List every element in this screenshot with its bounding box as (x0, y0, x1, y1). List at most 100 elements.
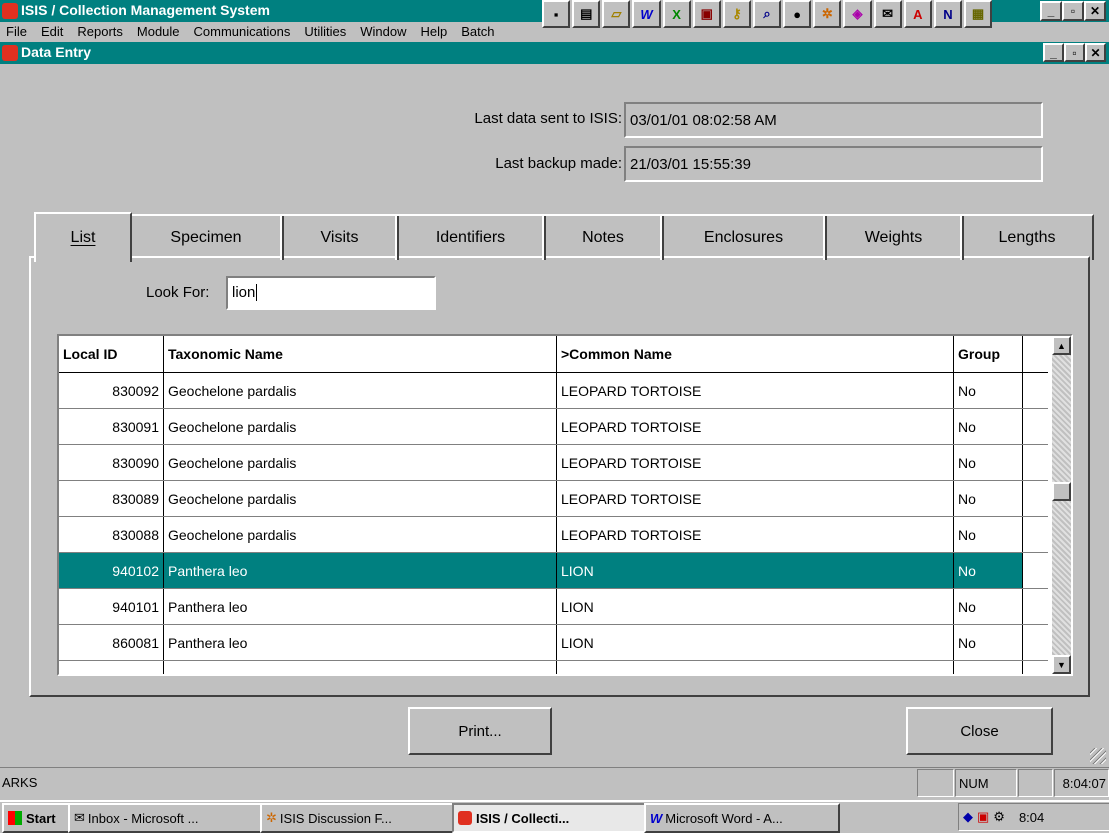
scroll-down-button[interactable]: ▼ (1052, 655, 1071, 674)
child-maximize-button[interactable]: ▫ (1064, 43, 1085, 62)
app-close-button[interactable]: ✕ (1084, 1, 1106, 21)
toolbar: ▪ ▤ ▱ W X ▣ ⚷ ⌕ ● ✲ ◈ ✉ A N ▦ (542, 0, 993, 28)
windows-logo-icon (8, 811, 22, 825)
specimen-icon[interactable]: ✲ (813, 0, 842, 28)
col-taxonomic-name[interactable]: Taxonomic Name (163, 336, 557, 373)
app-maximize-button[interactable]: ▫ (1062, 1, 1084, 21)
cell-taxonomic-name: Geochelone pardalis (163, 408, 557, 445)
results-grid: Local ID Taxonomic Name >Common Name Gro… (57, 334, 1073, 676)
system-tray: ◆ ▣ ⚙ 8:04 (958, 803, 1109, 831)
col-local-id[interactable]: Local ID (59, 336, 164, 373)
task-inbox-label: Inbox - Microsoft ... (87, 810, 199, 826)
cell-filler (1022, 408, 1048, 445)
table-row-selected[interactable]: 940102 Panthera leo LION No (59, 552, 1048, 589)
vertical-scrollbar[interactable]: ▲ ▼ (1052, 336, 1071, 674)
menu-edit[interactable]: Edit (41, 24, 63, 42)
cell-common-name: LION (556, 660, 954, 674)
tab-enclosures[interactable]: Enclosures (660, 214, 827, 260)
task-inbox[interactable]: ✉ Inbox - Microsoft ... (68, 803, 264, 833)
child-title-bar[interactable]: Data Entry (0, 42, 1109, 64)
table-row[interactable]: 830090 Geochelone pardalis LEOPARD TORTO… (59, 444, 1048, 481)
cell-local-id: 860081 (59, 624, 164, 661)
menu-module[interactable]: Module (137, 24, 180, 42)
child-close-button[interactable]: ✕ (1085, 43, 1106, 62)
close-button[interactable]: Close (906, 707, 1053, 755)
scroll-up-button[interactable]: ▲ (1052, 336, 1071, 355)
table-row[interactable]: 830092 Geochelone pardalis LEOPARD TORTO… (59, 372, 1048, 409)
tab-specimen[interactable]: Specimen (128, 214, 284, 260)
table-row[interactable]: 940101 Panthera leo LION No (59, 588, 1048, 625)
cell-group: No (953, 408, 1023, 445)
menu-window[interactable]: Window (360, 24, 406, 42)
cell-local-id: 830090 (59, 444, 164, 481)
table-row[interactable]: 830015 Panthera leo LION No (59, 660, 1048, 674)
menu-file[interactable]: File (6, 24, 27, 42)
word-icon[interactable]: W (632, 0, 661, 28)
tab-lengths[interactable]: Lengths (960, 214, 1094, 260)
cell-common-name: LEOPARD TORTOISE (556, 516, 954, 553)
report-icon[interactable]: ▦ (963, 0, 993, 28)
child-minimize-button[interactable]: _ (1043, 43, 1064, 62)
menu-batch[interactable]: Batch (461, 24, 494, 42)
excel-icon[interactable]: X (662, 0, 691, 28)
start-button[interactable]: Start (2, 803, 72, 833)
disk-icon[interactable]: ◈ (843, 0, 872, 28)
menu-communications[interactable]: Communications (194, 24, 291, 42)
save-icon[interactable]: ▪ (542, 0, 571, 28)
status-bar: ARKS NUM 8:04:07 (0, 767, 1109, 799)
task-isis-discussion[interactable]: ✲ ISIS Discussion F... (260, 803, 456, 833)
cell-group: No (953, 372, 1023, 409)
print-button[interactable]: Print... (408, 707, 552, 755)
menu-help[interactable]: Help (421, 24, 448, 42)
letter-n-icon[interactable]: N (933, 0, 962, 28)
tab-weights[interactable]: Weights (823, 214, 964, 260)
key-icon[interactable]: ⚷ (722, 0, 751, 28)
cell-filler (1022, 372, 1048, 409)
open-folder-icon[interactable]: ▱ (602, 0, 631, 28)
cell-common-name: LION (556, 624, 954, 661)
notepad-icon[interactable]: ▤ (572, 0, 601, 28)
last-sent-label: Last data sent to ISIS: (474, 110, 622, 127)
tab-visits[interactable]: Visits (280, 214, 399, 260)
task-isis-active[interactable]: ISIS / Collecti... (452, 803, 648, 833)
tab-list[interactable]: List (34, 212, 132, 262)
cell-taxonomic-name: Geochelone pardalis (163, 372, 557, 409)
tab-notes[interactable]: Notes (542, 214, 664, 260)
cell-filler (1022, 444, 1048, 481)
cell-common-name: LEOPARD TORTOISE (556, 408, 954, 445)
table-row[interactable]: 830091 Geochelone pardalis LEOPARD TORTO… (59, 408, 1048, 445)
cell-local-id: 940102 (59, 552, 164, 589)
resize-grip-icon[interactable] (1090, 748, 1106, 764)
table-row[interactable]: 830088 Geochelone pardalis LEOPARD TORTO… (59, 516, 1048, 553)
table-header-row: Local ID Taxonomic Name >Common Name Gro… (59, 336, 1048, 373)
menu-reports[interactable]: Reports (77, 24, 123, 42)
child-title: Data Entry (21, 44, 92, 60)
app-minimize-button[interactable]: _ (1040, 1, 1062, 21)
cell-common-name: LEOPARD TORTOISE (556, 480, 954, 517)
menu-utilities[interactable]: Utilities (304, 24, 346, 42)
cell-group: No (953, 588, 1023, 625)
look-for-input[interactable]: lion (226, 276, 436, 310)
col-common-name[interactable]: >Common Name (556, 336, 954, 373)
last-backup-label: Last backup made: (495, 155, 622, 172)
tray-app-icon[interactable]: ▣ (977, 809, 989, 825)
task-word[interactable]: W Microsoft Word - A... (644, 803, 840, 833)
antivirus-icon[interactable]: ◆ (963, 809, 973, 825)
cell-common-name: LION (556, 552, 954, 589)
menu-bar: File Edit Reports Module Communications … (6, 24, 509, 42)
col-group[interactable]: Group (953, 336, 1023, 373)
find-icon[interactable]: ⌕ (752, 0, 782, 28)
cell-local-id: 830015 (59, 660, 164, 674)
scroll-thumb[interactable] (1052, 482, 1071, 501)
table-row[interactable]: 830089 Geochelone pardalis LEOPARD TORTO… (59, 480, 1048, 517)
screen-icon[interactable]: ▣ (692, 0, 721, 28)
table-row[interactable]: 860081 Panthera leo LION No (59, 624, 1048, 661)
network-icon[interactable]: ⚙ (993, 809, 1005, 825)
letter-a-icon[interactable]: A (903, 0, 932, 28)
status-left-text: ARKS (2, 775, 38, 790)
last-backup-value: 21/03/01 15:55:39 (630, 156, 751, 173)
cell-group: No (953, 516, 1023, 553)
tab-identifiers[interactable]: Identifiers (395, 214, 546, 260)
circle-icon[interactable]: ● (783, 0, 812, 28)
inbox-icon[interactable]: ✉ (873, 0, 902, 28)
